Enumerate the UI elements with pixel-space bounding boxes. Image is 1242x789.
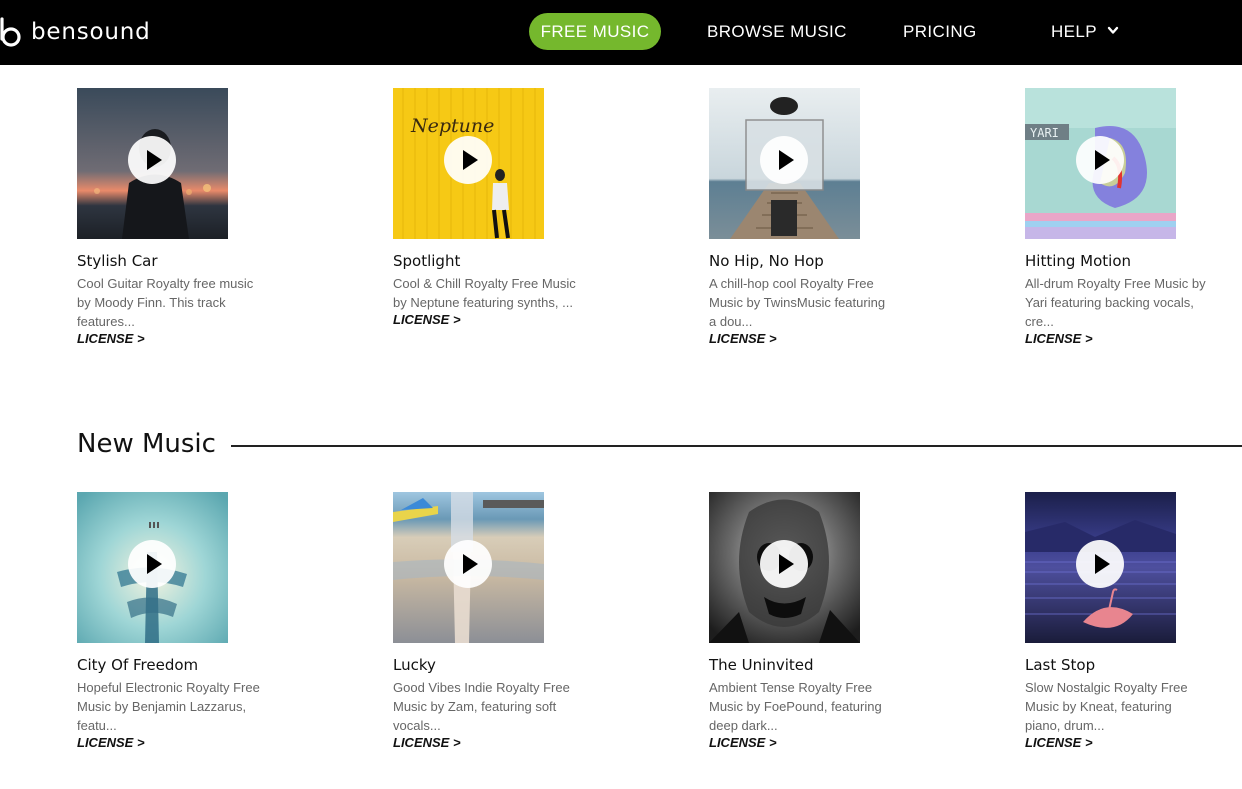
license-link[interactable]: LICENSE > xyxy=(77,735,145,750)
license-link[interactable]: LICENSE > xyxy=(1025,331,1093,346)
play-button[interactable] xyxy=(128,540,176,588)
track-title[interactable]: Lucky xyxy=(393,656,613,674)
track-description-line: by Neptune featuring synths, ... xyxy=(393,295,573,310)
track-description-line: Music by TwinsMusic featuring xyxy=(709,295,886,310)
play-button[interactable] xyxy=(1076,136,1124,184)
play-button[interactable] xyxy=(760,540,808,588)
track-description-line: Music by FoePound, featuring xyxy=(709,699,882,714)
cover-text: YARI xyxy=(1030,126,1059,140)
nav-browse-music-link[interactable]: BROWSE MUSIC xyxy=(707,13,847,50)
nav-help-dropdown[interactable]: HELP xyxy=(1051,13,1121,50)
license-link[interactable]: LICENSE > xyxy=(709,331,777,346)
track-description: A chill-hop cool Royalty Free Music by T… xyxy=(709,274,899,331)
track-description-line: Slow Nostalgic Royalty Free xyxy=(1025,680,1188,695)
track-description-line: Good Vibes Indie Royalty Free xyxy=(393,680,570,695)
play-button[interactable] xyxy=(444,136,492,184)
track-description-line: Yari featuring backing vocals, xyxy=(1025,295,1194,310)
nav-help-label: HELP xyxy=(1051,22,1098,41)
play-button[interactable] xyxy=(444,540,492,588)
play-button[interactable] xyxy=(128,136,176,184)
track-description-line: Music by Benjamin Lazzarus, xyxy=(77,699,247,714)
license-link[interactable]: LICENSE > xyxy=(77,331,145,346)
track-title[interactable]: Spotlight xyxy=(393,252,613,270)
nav-free-music-button[interactable]: FREE MUSIC xyxy=(529,13,661,50)
track-description-line: deep dark... xyxy=(709,718,778,733)
license-link[interactable]: LICENSE > xyxy=(393,312,461,327)
top-navbar: bensound FREE MUSIC BROWSE MUSIC PRICING… xyxy=(0,0,1242,65)
track-description-line: features... xyxy=(77,314,135,329)
section-title-new-music: New Music xyxy=(77,429,216,459)
track-description-line: Hopeful Electronic Royalty Free xyxy=(77,680,260,695)
play-icon xyxy=(1095,554,1110,574)
play-button[interactable] xyxy=(760,136,808,184)
logo-text: bensound xyxy=(31,19,151,45)
track-title[interactable]: City Of Freedom xyxy=(77,656,297,674)
play-icon xyxy=(463,150,478,170)
license-link[interactable]: LICENSE > xyxy=(709,735,777,750)
track-title[interactable]: Hitting Motion xyxy=(1025,252,1242,270)
track-description: Good Vibes Indie Royalty Free Music by Z… xyxy=(393,678,583,735)
track-description: Slow Nostalgic Royalty Free Music by Kne… xyxy=(1025,678,1215,735)
bensound-logo[interactable]: bensound xyxy=(0,12,151,52)
track-description-line: a dou... xyxy=(709,314,753,329)
track-description-line: All-drum Royalty Free Music by xyxy=(1025,276,1206,291)
play-icon xyxy=(147,554,162,574)
bensound-logo-icon xyxy=(0,17,21,47)
play-button[interactable] xyxy=(1076,540,1124,588)
chevron-down-icon xyxy=(1107,26,1119,34)
play-icon xyxy=(1095,150,1110,170)
track-description: Ambient Tense Royalty Free Music by FoeP… xyxy=(709,678,899,735)
track-description-line: Cool & Chill Royalty Free Music xyxy=(393,276,576,291)
track-description-line: Cool Guitar Royalty free music xyxy=(77,276,254,291)
track-description-line: A chill-hop cool Royalty Free xyxy=(709,276,874,291)
track-description: Cool Guitar Royalty free music by Moody … xyxy=(77,274,267,331)
track-title[interactable]: No Hip, No Hop xyxy=(709,252,929,270)
track-title[interactable]: Stylish Car xyxy=(77,252,297,270)
track-description-line: featu... xyxy=(77,718,117,733)
license-link[interactable]: LICENSE > xyxy=(1025,735,1093,750)
track-description-line: vocals... xyxy=(393,718,441,733)
track-description: Cool & Chill Royalty Free Music by Neptu… xyxy=(393,274,583,312)
track-title[interactable]: The Uninvited xyxy=(709,656,929,674)
track-description-line: by Moody Finn. This track xyxy=(77,295,226,310)
cover-text: Neptune xyxy=(410,115,494,137)
track-description-line: Music by Kneat, featuring xyxy=(1025,699,1172,714)
nav-pricing-link[interactable]: PRICING xyxy=(903,13,977,50)
track-description-line: piano, drum... xyxy=(1025,718,1105,733)
track-description-line: Ambient Tense Royalty Free xyxy=(709,680,873,695)
play-icon xyxy=(779,554,794,574)
play-icon xyxy=(147,150,162,170)
play-icon xyxy=(779,150,794,170)
track-description: Hopeful Electronic Royalty Free Music by… xyxy=(77,678,267,735)
track-description-line: Music by Zam, featuring soft xyxy=(393,699,557,714)
track-description-line: cre... xyxy=(1025,314,1054,329)
license-link[interactable]: LICENSE > xyxy=(393,735,461,750)
play-icon xyxy=(463,554,478,574)
section-divider xyxy=(231,445,1242,447)
track-description: All-drum Royalty Free Music by Yari feat… xyxy=(1025,274,1215,331)
track-title[interactable]: Last Stop xyxy=(1025,656,1242,674)
